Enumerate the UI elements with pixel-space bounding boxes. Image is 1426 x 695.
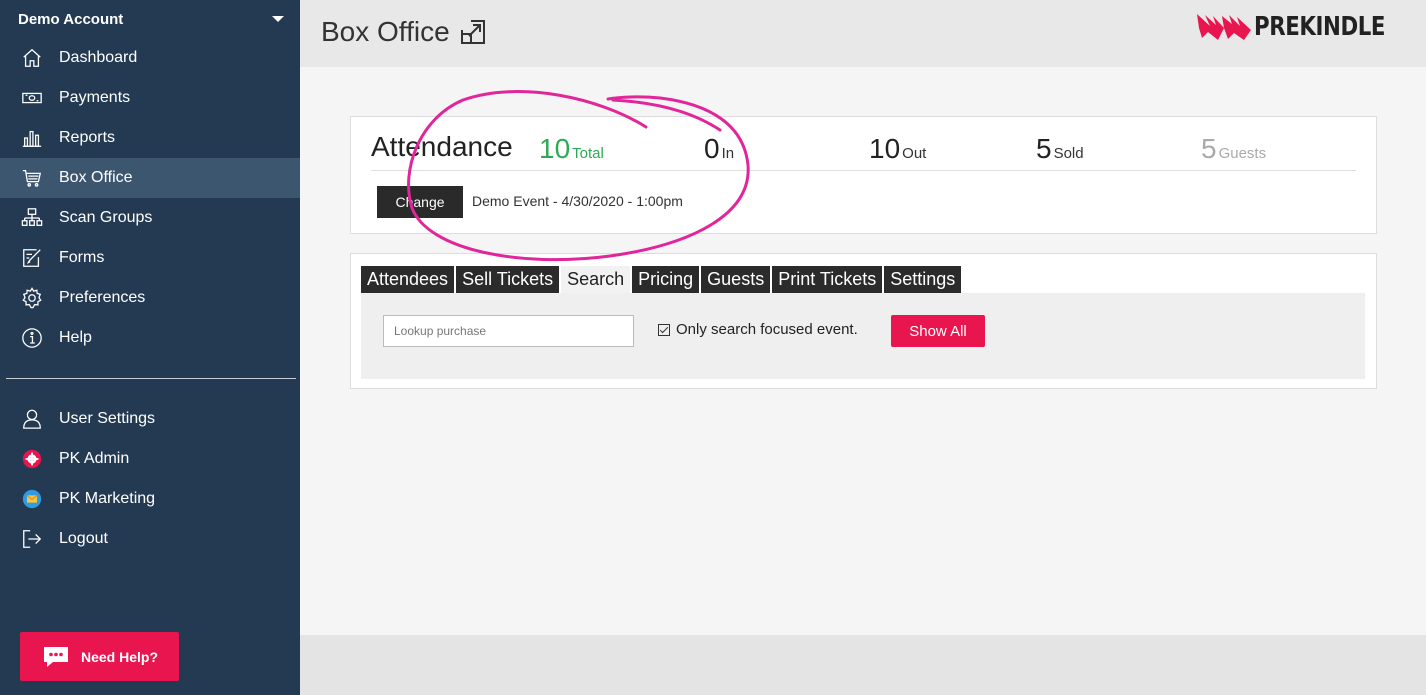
tab-settings[interactable]: Settings xyxy=(884,266,964,293)
attendance-card: Attendance 10 Total 0 In 10 Out 5 Sold 5… xyxy=(350,116,1377,234)
user-icon xyxy=(20,407,44,431)
admin-gear-icon xyxy=(20,447,44,471)
sidebar-item-label: Reports xyxy=(59,129,116,146)
marketing-mail-icon xyxy=(20,487,44,511)
tab-sell-tickets[interactable]: Sell Tickets xyxy=(456,266,562,293)
sidebar-item-scan-groups[interactable]: Scan Groups xyxy=(0,198,300,238)
search-tab-panel: Only search focused event. Show All xyxy=(361,293,1365,379)
sidebar-item-dashboard[interactable]: Dashboard xyxy=(0,38,300,78)
sidebar-item-label: User Settings xyxy=(59,410,156,427)
sidebar-item-preferences[interactable]: Preferences xyxy=(0,278,300,318)
sidebar-item-label: Box Office xyxy=(59,169,133,186)
prekindle-logo: PREKINDLE xyxy=(1196,12,1414,42)
stat-total: 10 Total xyxy=(539,133,604,165)
stat-in: 0 In xyxy=(704,133,734,165)
stat-in-value: 0 xyxy=(704,133,720,164)
prekindle-logo-mark xyxy=(1197,14,1252,40)
stat-guests-value: 5 xyxy=(1201,133,1217,164)
stat-guests: 5 Guests xyxy=(1201,133,1266,165)
chat-bubble-icon xyxy=(43,646,68,667)
lookup-purchase-input[interactable] xyxy=(383,315,634,347)
footer-strip xyxy=(300,635,1426,695)
tab-bar: Attendees Sell Tickets Search Pricing Gu… xyxy=(361,266,964,293)
secondary-nav: User Settings PK Admin PK Marketing Logo… xyxy=(0,399,300,559)
logout-icon xyxy=(20,527,44,551)
account-name: Demo Account xyxy=(18,10,124,28)
sidebar: Demo Account Dashboard Payments Reports … xyxy=(0,0,300,695)
event-name: Demo Event - 4/30/2020 - 1:00pm xyxy=(472,193,683,209)
caret-down-icon xyxy=(272,16,284,22)
main-nav: Dashboard Payments Reports Box Office Sc… xyxy=(0,38,300,358)
sidebar-item-label: Forms xyxy=(59,249,105,266)
sidebar-item-forms[interactable]: Forms xyxy=(0,238,300,278)
stat-out-label: Out xyxy=(902,145,927,162)
sidebar-divider xyxy=(6,378,296,379)
tab-guests[interactable]: Guests xyxy=(701,266,773,293)
tab-attendees[interactable]: Attendees xyxy=(361,266,457,293)
form-edit-icon xyxy=(20,246,44,270)
sidebar-item-pk-admin[interactable]: PK Admin xyxy=(0,439,300,479)
sidebar-item-pk-marketing[interactable]: PK Marketing xyxy=(0,479,300,519)
cart-icon xyxy=(20,166,44,190)
stat-sold: 5 Sold xyxy=(1036,133,1084,165)
page-title-text: Box Office xyxy=(321,16,450,47)
sidebar-item-label: Preferences xyxy=(59,289,146,306)
change-event-button[interactable]: Change xyxy=(377,186,463,218)
gear-icon xyxy=(20,286,44,310)
box-office-tabs-card: Attendees Sell Tickets Search Pricing Gu… xyxy=(350,253,1377,389)
need-help-button[interactable]: Need Help? xyxy=(20,632,179,681)
top-header: Box Office PREKINDLE xyxy=(300,0,1426,67)
attendance-stats-row: Attendance 10 Total 0 In 10 Out 5 Sold 5… xyxy=(371,129,1356,171)
account-switcher[interactable]: Demo Account xyxy=(0,0,300,38)
only-search-focused-checkbox[interactable]: Only search focused event. xyxy=(658,321,858,338)
stat-out-value: 10 xyxy=(869,133,901,164)
tab-print-tickets[interactable]: Print Tickets xyxy=(772,266,885,293)
sidebar-item-label: Scan Groups xyxy=(59,209,153,226)
sidebar-item-logout[interactable]: Logout xyxy=(0,519,300,559)
sidebar-item-box-office[interactable]: Box Office xyxy=(0,158,300,198)
show-all-button[interactable]: Show All xyxy=(891,315,985,347)
sidebar-item-label: PK Marketing xyxy=(59,490,156,507)
tab-search[interactable]: Search xyxy=(561,266,633,293)
tab-pricing[interactable]: Pricing xyxy=(632,266,702,293)
sidebar-item-help[interactable]: Help xyxy=(0,318,300,358)
bar-chart-icon xyxy=(20,126,44,150)
stat-total-label: Total xyxy=(572,145,604,162)
stat-sold-value: 5 xyxy=(1036,133,1052,164)
stat-out: 10 Out xyxy=(869,133,926,165)
need-help-label: Need Help? xyxy=(80,648,158,665)
attendance-title: Attendance xyxy=(371,131,513,162)
checkbox-checked-icon[interactable] xyxy=(658,323,670,336)
sidebar-item-payments[interactable]: Payments xyxy=(0,78,300,118)
stat-sold-label: Sold xyxy=(1053,145,1084,162)
external-link-icon[interactable] xyxy=(459,18,487,46)
sidebar-item-label: Payments xyxy=(59,89,131,106)
home-icon xyxy=(20,46,44,70)
network-icon xyxy=(20,206,44,230)
stat-total-value: 10 xyxy=(539,133,571,164)
stat-guests-label: Guests xyxy=(1218,145,1267,162)
prekindle-wordmark: PREKINDLE xyxy=(1254,12,1386,42)
page-title: Box Office xyxy=(321,16,487,48)
sidebar-item-user-settings[interactable]: User Settings xyxy=(0,399,300,439)
only-search-focused-label: Only search focused event. xyxy=(676,321,858,338)
sidebar-item-reports[interactable]: Reports xyxy=(0,118,300,158)
stat-in-label: In xyxy=(721,145,735,162)
sidebar-item-label: Help xyxy=(59,329,92,346)
sidebar-item-label: PK Admin xyxy=(59,450,130,467)
info-icon xyxy=(20,326,44,350)
sidebar-item-label: Dashboard xyxy=(59,49,138,66)
money-icon xyxy=(20,86,44,110)
sidebar-item-label: Logout xyxy=(59,530,108,547)
